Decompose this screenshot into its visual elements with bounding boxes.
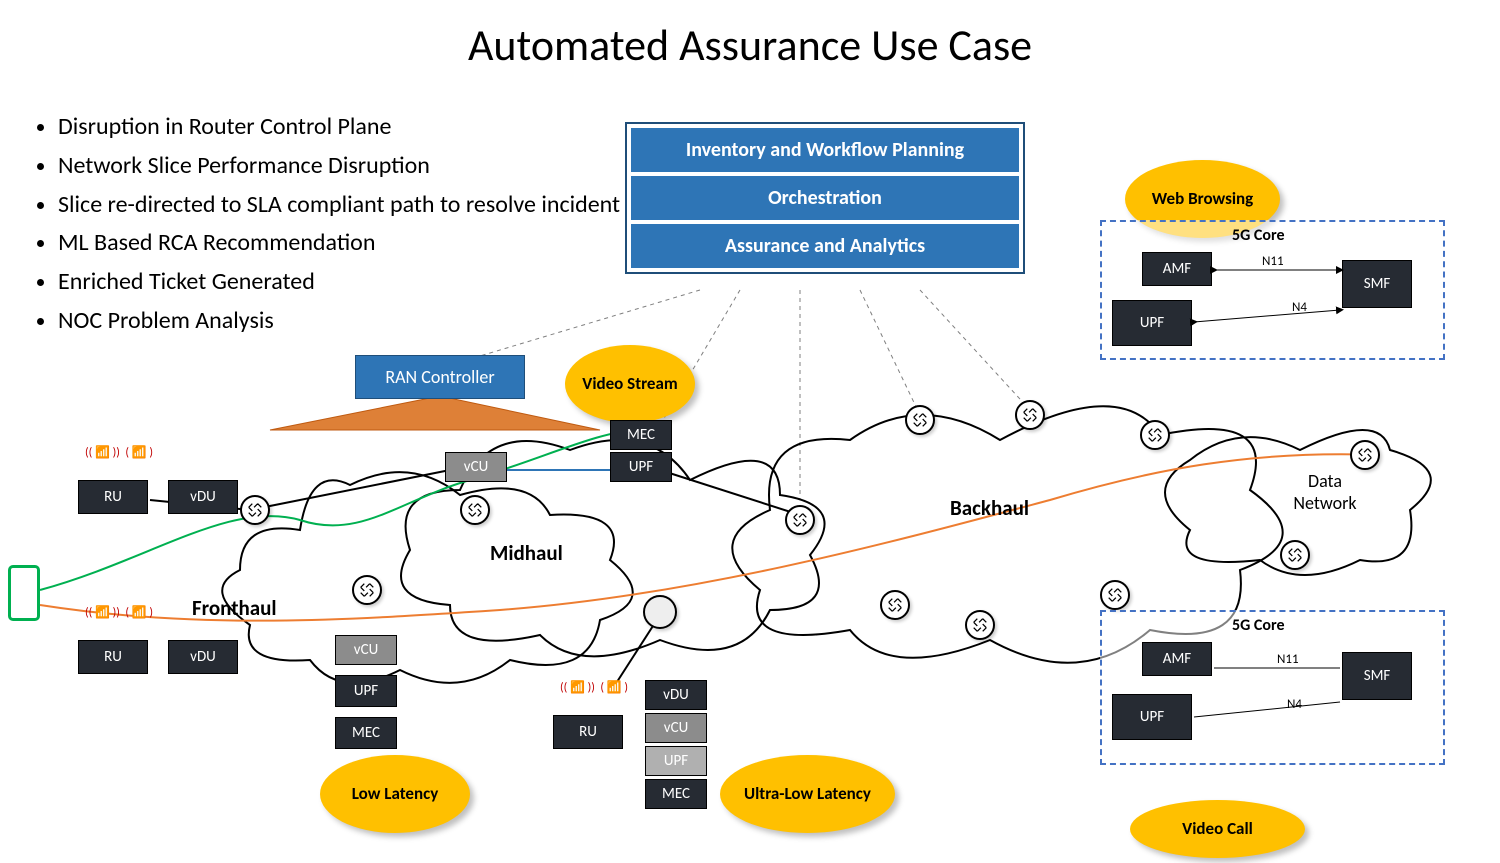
router-icon [240, 495, 270, 525]
router-icon [352, 575, 382, 605]
router-icon [1350, 440, 1380, 470]
bullet-item: Disruption in Router Control Plane [58, 110, 620, 145]
bullet-item: Slice re-directed to SLA compliant path … [58, 188, 620, 223]
oval-video-stream: Video Stream [565, 345, 695, 423]
router-icon [1140, 420, 1170, 450]
node-vcu: vCU [445, 452, 507, 482]
ran-controller-box: RAN Controller [355, 355, 525, 399]
antenna-icon: (( 📶 )) ( 📶 ) [560, 680, 628, 695]
node-vdu: vDU [168, 480, 238, 514]
router-icon [905, 405, 935, 435]
antenna-icon: (( 📶 )) ( 📶 ) [85, 445, 153, 460]
node-upf: UPF [645, 746, 707, 776]
router-highlight-icon [643, 595, 677, 629]
core-box-top: 5G Core AMF SMF UPF N11 N4 [1100, 220, 1445, 360]
node-vdu: vDU [645, 680, 707, 710]
node-vcu: vCU [335, 635, 397, 665]
stack-orchestration: Orchestration [631, 176, 1019, 220]
router-icon [1100, 580, 1130, 610]
bullet-list: Disruption in Router Control Plane Netwo… [38, 110, 620, 343]
node-mec: MEC [610, 420, 672, 450]
label-midhaul: Midhaul [490, 540, 563, 566]
node-ru: RU [553, 715, 623, 749]
router-icon [1015, 400, 1045, 430]
router-icon [1280, 540, 1310, 570]
node-mec: MEC [645, 779, 707, 809]
oval-label: Video Stream [582, 374, 677, 394]
oval-ultra-low-latency: Ultra-Low Latency [720, 755, 895, 833]
oval-label: Ultra-Low Latency [744, 784, 871, 804]
node-upf: UPF [610, 452, 672, 482]
router-icon [460, 495, 490, 525]
bullet-item: Network Slice Performance Disruption [58, 149, 620, 184]
node-mec: MEC [335, 717, 397, 749]
node-ru: RU [78, 640, 148, 674]
bullet-item: Enriched Ticket Generated [58, 265, 620, 300]
stack-inventory: Inventory and Workflow Planning [631, 128, 1019, 172]
management-stack: Inventory and Workflow Planning Orchestr… [625, 122, 1025, 274]
bullet-item: ML Based RCA Recommendation [58, 226, 620, 261]
oval-video-call: Video Call [1130, 800, 1305, 858]
stack-assurance: Assurance and Analytics [631, 224, 1019, 268]
router-icon [880, 590, 910, 620]
label-backhaul: Backhaul [950, 495, 1029, 521]
oval-label: Low Latency [352, 784, 439, 804]
oval-label: Video Call [1182, 819, 1253, 839]
label-fronthaul: Fronthaul [192, 595, 277, 621]
node-vcu: vCU [645, 713, 707, 743]
oval-low-latency: Low Latency [320, 755, 470, 833]
bullet-item: NOC Problem Analysis [58, 304, 620, 339]
node-vdu: vDU [168, 640, 238, 674]
antenna-icon: (( 📶 )) ( 📶 ) [85, 605, 153, 620]
page-title: Automated Assurance Use Case [0, 18, 1500, 72]
oval-label: Web Browsing [1152, 189, 1254, 209]
node-ru: RU [78, 480, 148, 514]
router-icon [965, 610, 995, 640]
phone-icon [8, 565, 40, 621]
label-data-network: Data Network [1275, 470, 1375, 514]
router-icon [785, 505, 815, 535]
node-upf: UPF [335, 675, 397, 707]
core-box-bottom: 5G Core AMF SMF UPF N11 N4 [1100, 610, 1445, 765]
